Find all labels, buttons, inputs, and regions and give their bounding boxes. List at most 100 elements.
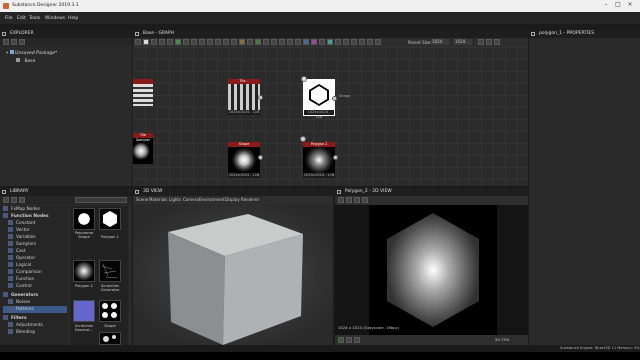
tool-icon-17[interactable] bbox=[263, 39, 269, 45]
menu-scene[interactable]: Scene bbox=[136, 197, 148, 202]
library-view-icon[interactable] bbox=[11, 197, 17, 203]
tool-icon-19[interactable] bbox=[279, 39, 285, 45]
graph-fit-icon[interactable] bbox=[486, 39, 492, 45]
graph-item[interactable]: Base bbox=[16, 58, 35, 64]
tool-icon-24[interactable] bbox=[319, 39, 325, 45]
tool-icon-3[interactable] bbox=[151, 39, 157, 45]
menu-windows[interactable]: Windows bbox=[45, 16, 65, 21]
thumb-polygon-2[interactable] bbox=[73, 260, 95, 282]
library-settings-icon[interactable] bbox=[19, 197, 25, 203]
tool-icon-16[interactable] bbox=[255, 39, 261, 45]
lib-item-constant[interactable]: Constant bbox=[8, 220, 35, 227]
tool-icon-23[interactable] bbox=[311, 39, 317, 45]
menu-help[interactable]: Help bbox=[68, 16, 78, 21]
graph-options-icon[interactable] bbox=[478, 39, 484, 45]
tool-icon-20[interactable] bbox=[287, 39, 293, 45]
thumb-shape[interactable] bbox=[99, 300, 121, 322]
open-package-icon[interactable] bbox=[11, 39, 17, 45]
view2d-tool-1[interactable] bbox=[338, 197, 344, 203]
tool-icon-11[interactable] bbox=[215, 39, 221, 45]
new-package-icon[interactable] bbox=[3, 39, 9, 45]
node-top-pin[interactable] bbox=[300, 136, 306, 142]
lib-item-operator[interactable]: Operator bbox=[8, 255, 35, 262]
thumb-scratches-generat[interactable] bbox=[73, 300, 95, 322]
tool-icon-29[interactable] bbox=[359, 39, 365, 45]
tool-icon-27[interactable] bbox=[343, 39, 349, 45]
lib-item-filters[interactable]: Filters bbox=[3, 315, 27, 322]
menu-edit[interactable]: Edit bbox=[17, 16, 26, 21]
lib-item-patterns[interactable]: Patterns bbox=[3, 306, 67, 313]
lib-item-samplers[interactable]: Samplers bbox=[8, 241, 36, 248]
view2d-tool-4[interactable] bbox=[362, 197, 368, 203]
menu-tools[interactable]: Tools bbox=[29, 16, 40, 21]
graph-node-tile-b[interactable]: Tile... 1024x1024 - L16 bbox=[228, 79, 263, 115]
tool-icon-6[interactable] bbox=[175, 39, 181, 45]
graph-node-tile-a[interactable] bbox=[133, 79, 153, 106]
save-package-icon[interactable] bbox=[19, 39, 25, 45]
menu-renderer[interactable]: Renderer bbox=[241, 197, 259, 202]
graph-node-shape[interactable]: Shape 1024x1024 - L16 bbox=[228, 142, 263, 178]
tool-icon-28[interactable] bbox=[351, 39, 357, 45]
lib-item-noises[interactable]: Noises bbox=[8, 299, 30, 306]
graph-node-tile-sampler[interactable]: Tile Sampler bbox=[133, 133, 153, 164]
parent-size-x[interactable]: 1024 bbox=[431, 39, 449, 45]
tool-icon-8[interactable] bbox=[191, 39, 197, 45]
lib-item-generators[interactable]: Generators bbox=[3, 292, 38, 299]
node-output-pin[interactable] bbox=[258, 95, 263, 100]
thumb-polygon-1[interactable] bbox=[99, 208, 121, 230]
tool-icon-5[interactable] bbox=[167, 39, 173, 45]
graph-settings-icon[interactable] bbox=[494, 39, 500, 45]
lib-item-function[interactable]: Function bbox=[8, 276, 34, 283]
tool-icon-7[interactable] bbox=[183, 39, 189, 45]
node-output-pin[interactable] bbox=[333, 155, 338, 160]
tool-icon-14[interactable] bbox=[239, 39, 245, 45]
tool-icon-30[interactable] bbox=[367, 39, 373, 45]
tool-icon-10[interactable] bbox=[207, 39, 213, 45]
thumb-scratches-generator[interactable] bbox=[99, 260, 121, 282]
tool-icon-2[interactable] bbox=[143, 39, 149, 45]
graph-canvas[interactable]: Tile... 1024x1024 - L16 1024x1024 - L16 … bbox=[133, 47, 528, 186]
tool-icon-9[interactable] bbox=[199, 39, 205, 45]
view2d-tool-2[interactable] bbox=[346, 197, 352, 203]
tool-icon-12[interactable] bbox=[223, 39, 229, 45]
lib-item-comparison[interactable]: Comparison bbox=[8, 269, 42, 276]
zoom-level[interactable]: 50.79% bbox=[495, 337, 509, 342]
view2d-viewport[interactable]: 1024 x 1024 (Grayscale, 16bpc) bbox=[335, 205, 528, 335]
tool-icon-21[interactable] bbox=[295, 39, 301, 45]
view2d-bottom-1[interactable] bbox=[338, 337, 344, 343]
graph-node-polygon-2[interactable]: Polygon 2 1024x1024 - L16 bbox=[300, 136, 338, 178]
parent-size-y[interactable]: 1024 bbox=[454, 39, 472, 45]
library-search-input[interactable] bbox=[75, 197, 127, 203]
thumb-panorama-shape[interactable] bbox=[73, 208, 95, 230]
tool-icon-26[interactable] bbox=[335, 39, 341, 45]
graph-node-polygon-1[interactable]: 1024x1024 - L16 bbox=[301, 76, 337, 119]
lib-item-fxmap[interactable]: FxMap Nodes bbox=[3, 206, 40, 213]
tool-icon-18[interactable] bbox=[271, 39, 277, 45]
lib-item-blending[interactable]: Blending bbox=[8, 329, 35, 336]
menu-environment[interactable]: Environment bbox=[199, 197, 225, 202]
view3d-viewport[interactable] bbox=[133, 204, 333, 345]
tool-icon-25[interactable] bbox=[327, 39, 333, 45]
menu-display[interactable]: Display bbox=[225, 197, 240, 202]
lib-item-vector[interactable]: Vector bbox=[8, 227, 30, 234]
view2d-bottom-3[interactable] bbox=[354, 337, 360, 343]
tool-icon-31[interactable] bbox=[375, 39, 381, 45]
tool-icon-1[interactable] bbox=[135, 39, 141, 45]
tool-icon-4[interactable] bbox=[159, 39, 165, 45]
maximize-button[interactable]: □ bbox=[613, 1, 623, 11]
tool-icon-22[interactable] bbox=[303, 39, 309, 45]
menu-camera[interactable]: Camera bbox=[183, 197, 199, 202]
thumb-splatter[interactable] bbox=[99, 332, 121, 345]
lib-item-cast[interactable]: Cast bbox=[8, 248, 26, 255]
close-button[interactable]: × bbox=[625, 1, 635, 11]
node-output-pin[interactable] bbox=[258, 155, 263, 160]
view2d-tool-3[interactable] bbox=[354, 197, 360, 203]
menu-lights[interactable]: Lights bbox=[169, 197, 181, 202]
node-top-pin[interactable] bbox=[301, 76, 307, 82]
lib-item-logical[interactable]: Logical bbox=[8, 262, 31, 269]
view2d-bottom-2[interactable] bbox=[346, 337, 352, 343]
menu-materials[interactable]: Materials bbox=[149, 197, 167, 202]
node-output-pin[interactable] bbox=[332, 96, 337, 101]
package-item[interactable]: ▾ Unsaved Package* bbox=[6, 50, 57, 56]
lib-item-function-nodes[interactable]: Function Nodes bbox=[3, 213, 49, 220]
